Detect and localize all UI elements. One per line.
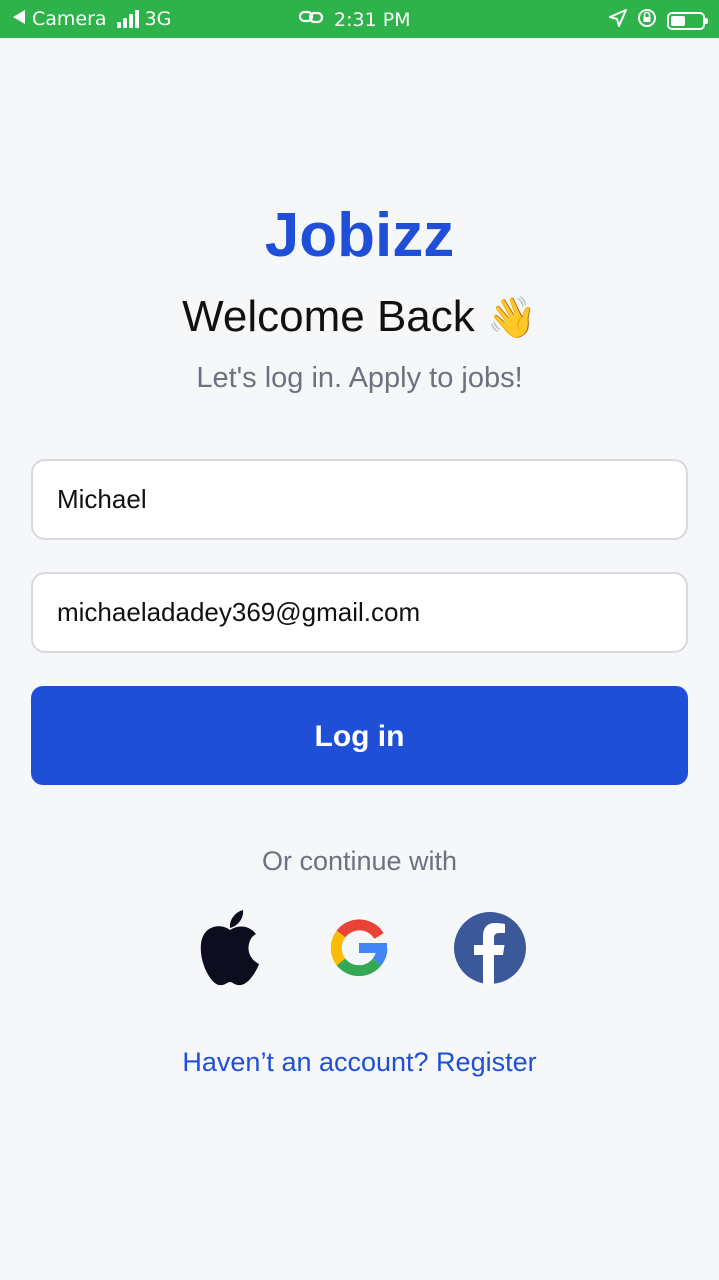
network-type: 3G bbox=[144, 8, 172, 30]
apple-login-button[interactable] bbox=[190, 908, 270, 988]
back-arrow-icon[interactable] bbox=[12, 8, 26, 30]
apple-icon bbox=[200, 910, 259, 986]
google-icon bbox=[330, 919, 388, 977]
back-app-label[interactable]: Camera bbox=[32, 8, 107, 30]
rotation-lock-icon bbox=[637, 8, 657, 33]
status-bar: Camera 3G 2:31 PM bbox=[0, 0, 719, 38]
waving-hand-icon: 👋 bbox=[487, 295, 537, 341]
facebook-login-button[interactable] bbox=[450, 908, 530, 988]
name-input[interactable] bbox=[31, 459, 688, 540]
facebook-icon bbox=[454, 912, 526, 985]
welcome-heading: Welcome Back 👋 bbox=[0, 292, 719, 342]
welcome-subtitle: Let's log in. Apply to jobs! bbox=[196, 362, 523, 394]
link-icon bbox=[298, 8, 324, 31]
status-right bbox=[609, 8, 708, 33]
email-input[interactable] bbox=[31, 572, 688, 653]
register-link[interactable]: Haven’t an account? Register bbox=[0, 1047, 719, 1078]
app-logo-title: Jobizz bbox=[264, 201, 455, 270]
google-login-button[interactable] bbox=[319, 908, 399, 988]
location-icon bbox=[609, 9, 627, 32]
signal-icon bbox=[116, 10, 139, 28]
login-button[interactable]: Log in bbox=[31, 686, 688, 785]
status-center: 2:31 PM bbox=[298, 8, 411, 31]
battery-icon bbox=[667, 11, 708, 30]
social-divider-label: Or continue with bbox=[261, 846, 458, 876]
welcome-title: Welcome Back bbox=[182, 292, 475, 341]
status-time: 2:31 PM bbox=[334, 8, 411, 31]
status-left: Camera 3G bbox=[12, 8, 171, 30]
